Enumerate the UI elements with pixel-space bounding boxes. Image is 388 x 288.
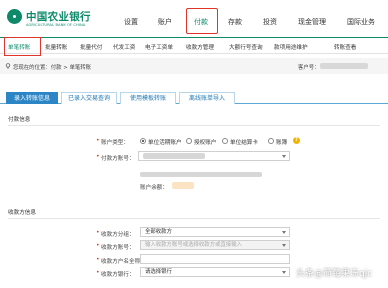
payee-section-title: 收款方信息: [8, 210, 36, 216]
sub-nav: 单笔转账 批量转账 批量代付 代发工资 电子工资单 收款方管理 大额行号查询 款…: [0, 38, 388, 54]
subnav-transfer-view[interactable]: 转账查看: [334, 43, 356, 51]
subnav-payee-management[interactable]: 收款方管理: [186, 43, 214, 51]
required-mark: •: [96, 137, 100, 144]
subnav-e-payslip[interactable]: 电子工资单: [145, 43, 173, 51]
location-icon: [5, 63, 11, 69]
subnav-batch-payment[interactable]: 批量代付: [80, 43, 102, 51]
chevron-down-icon: [282, 155, 286, 158]
tab-offline-import[interactable]: 离线账单导入: [179, 92, 235, 104]
breadcrumb-bar: 您现在的位置：付款 > 单笔转账 客户号：: [0, 58, 388, 74]
tab-enter-transfer[interactable]: 录入转账信息: [6, 92, 58, 104]
chevron-down-icon: [282, 271, 286, 274]
bank-name-cn: 中国农业银行: [26, 11, 91, 23]
radio-authorized-account[interactable]: [186, 138, 192, 144]
required-mark: •: [96, 242, 100, 249]
form-tabs: 录入转账信息 已录入交易查询 使用模板转账 离线账单导入: [0, 92, 388, 104]
payee-account-label: 收款方账号：: [101, 245, 135, 251]
subnav-purpose-maintenance[interactable]: 款项用途维护: [274, 43, 308, 51]
payer-account-label: 付款方账号：: [101, 156, 135, 162]
balance-redacted: [172, 182, 194, 189]
client-number-label: 客户号：: [298, 65, 320, 71]
payee-bank-select[interactable]: 请选择银行: [140, 267, 290, 277]
payee-account-input[interactable]: 输入收款方账号或选择收款方或直接输入: [140, 240, 290, 250]
radio-label-authorized: 授权账户: [194, 140, 217, 146]
tab-entered-query[interactable]: 已录入交易查询: [61, 92, 117, 104]
payee-bank-value: 请选择银行: [145, 269, 172, 275]
payee-category-label: 收款方分组：: [101, 232, 135, 238]
payee-bank-label: 收款方银行：: [101, 272, 135, 278]
payee-name-input[interactable]: [140, 254, 290, 264]
section-divider: [8, 125, 380, 126]
payer-info-redacted: [140, 172, 262, 177]
payee-category-select[interactable]: 全部收款方: [140, 227, 290, 237]
section-divider: [8, 218, 380, 219]
payee-category-value: 全部收款方: [145, 229, 172, 235]
radio-label-ledger: 账簿: [276, 140, 288, 146]
subnav-highlight-box: [4, 37, 41, 56]
radio-label-settlement-card: 单位结算卡: [230, 140, 258, 146]
breadcrumb: 您现在的位置：付款 > 单笔转账: [13, 65, 92, 71]
radio-unit-settlement-card[interactable]: [222, 138, 228, 144]
client-number-redacted: [320, 63, 368, 69]
required-mark: •: [96, 229, 100, 236]
nav-deposit[interactable]: 存款: [228, 17, 242, 27]
subnav-bank-code-query[interactable]: 大额行号查询: [229, 43, 263, 51]
required-mark: •: [96, 256, 100, 263]
subnav-payroll[interactable]: 代发工资: [113, 43, 135, 51]
account-type-label: 账户类型：: [101, 140, 129, 146]
radio-unit-current-account[interactable]: [140, 138, 146, 144]
bank-name-en: AGRICULTURAL BANK OF CHINA: [26, 23, 86, 27]
nav-account[interactable]: 账户: [158, 17, 172, 27]
help-icon[interactable]: ?: [293, 137, 300, 144]
nav-investment[interactable]: 投资: [263, 17, 277, 27]
chevron-down-icon: [282, 244, 286, 247]
radio-label-unit-current: 单位活期账户: [148, 140, 182, 146]
nav-highlight-box: [186, 8, 218, 34]
nav-cash-management[interactable]: 现金管理: [298, 17, 326, 27]
nav-settings[interactable]: 设置: [124, 17, 138, 27]
required-mark: •: [96, 153, 100, 160]
nav-international[interactable]: 国际业务: [347, 17, 375, 27]
payer-account-redacted: [143, 153, 205, 159]
bank-logo-icon: [7, 9, 22, 24]
payer-section-title: 付款信息: [8, 117, 31, 123]
watermark: 头条@荷莓果冻qjc: [296, 269, 373, 279]
radio-ledger[interactable]: [268, 138, 274, 144]
required-mark: •: [96, 269, 100, 276]
subnav-batch-transfer[interactable]: 批量转账: [45, 43, 67, 51]
payee-account-placeholder: 输入收款方账号或选择收款方或直接输入: [145, 242, 243, 248]
chevron-down-icon: [282, 231, 286, 234]
tab-template-transfer[interactable]: 使用模板转账: [120, 92, 176, 104]
balance-label: 账户余额：: [140, 185, 168, 191]
